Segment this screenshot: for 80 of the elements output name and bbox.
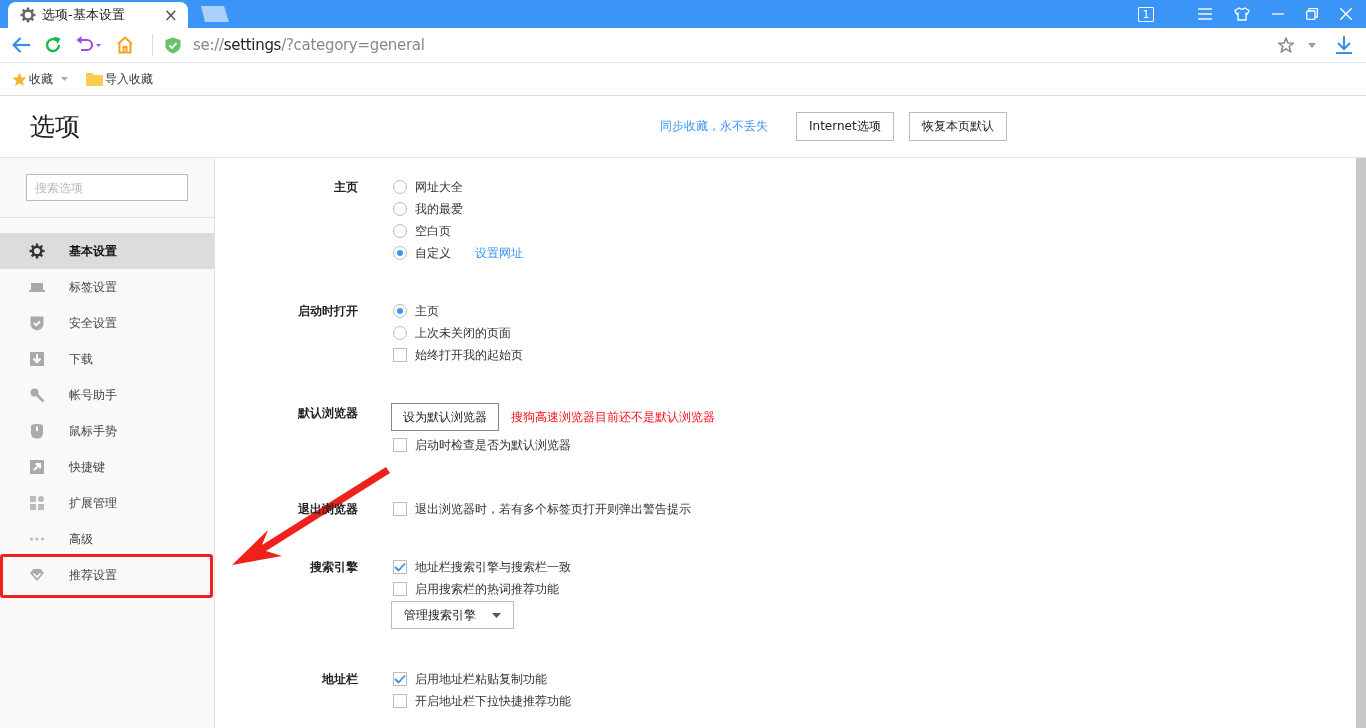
shield-icon (29, 315, 45, 331)
option-label: 上次未关闭的页面 (415, 324, 511, 342)
option-label: 启用搜索栏的热词推荐功能 (415, 580, 559, 598)
section-label: 搜索引擎 (309, 559, 358, 576)
address-field[interactable]: se://settings/?category=general (193, 36, 1278, 54)
back-icon[interactable] (12, 37, 30, 53)
section-label: 默认浏览器 (297, 405, 358, 422)
header-button[interactable]: Internet选项 (796, 112, 894, 141)
grid-icon (29, 495, 45, 511)
warning-text: 搜狗高速浏览器目前还不是默认浏览器 (511, 408, 715, 426)
star-icon[interactable] (1278, 37, 1294, 53)
sidebar-item[interactable]: 鼠标手势 (0, 413, 214, 449)
checkbox[interactable] (393, 560, 407, 574)
sidebar-item[interactable]: 快捷键 (0, 449, 214, 485)
radio-button[interactable] (393, 246, 407, 260)
page-title: 选项 (29, 111, 81, 143)
section-label: 启动时打开 (297, 303, 358, 320)
checkbox[interactable] (393, 582, 407, 596)
tab-title: 选项-基本设置 (42, 6, 126, 24)
sidebar-item[interactable]: 帐号助手 (0, 377, 214, 413)
sidebar-item[interactable]: 安全设置 (0, 305, 214, 341)
diamond-icon (29, 567, 45, 583)
checkbox[interactable] (393, 672, 407, 686)
close-icon[interactable] (1340, 8, 1352, 20)
sidebar-item[interactable]: 高级 (0, 521, 214, 557)
option-label: 地址栏搜索引擎与搜索栏一致 (415, 558, 571, 576)
download-icon (29, 351, 45, 367)
gear-icon (29, 243, 45, 259)
menu-icon[interactable] (1198, 8, 1212, 20)
mouse-icon (29, 423, 45, 439)
radio-button[interactable] (393, 202, 407, 216)
option-label: 自定义 (415, 244, 451, 262)
radio-button[interactable] (393, 224, 407, 238)
option-label: 始终打开我的起始页 (415, 346, 523, 364)
search-engine-dropdown[interactable]: 管理搜索引擎 (391, 601, 514, 629)
sidebar-item[interactable]: 下载 (0, 341, 214, 377)
search-field[interactable]: 搜索选项 (26, 174, 188, 201)
bookmark-item[interactable]: 导入收藏 (86, 70, 153, 88)
option-label: 我的最爱 (415, 200, 463, 218)
section-label: 地址栏 (320, 671, 358, 688)
checkbox[interactable] (393, 438, 407, 452)
close-tab-button[interactable]: × (163, 6, 178, 24)
download-icon[interactable] (1336, 36, 1352, 54)
bookmark-item[interactable]: 收藏 (12, 70, 53, 88)
caret-icon[interactable] (61, 77, 68, 81)
sidebar-item[interactable]: 基本设置 (0, 233, 214, 269)
radio-button[interactable] (393, 326, 407, 340)
undo-icon[interactable] (76, 36, 102, 54)
restore-icon[interactable] (1306, 8, 1318, 20)
scrollbar-thumb[interactable] (1356, 158, 1366, 728)
default-browser-button[interactable]: 设为默认浏览器 (391, 403, 499, 431)
home-icon[interactable] (116, 36, 134, 54)
shield-icon (165, 36, 181, 54)
refresh-icon[interactable] (44, 36, 62, 54)
header-button[interactable]: 恢复本页默认 (908, 112, 1007, 141)
section-label: 主页 (333, 179, 358, 196)
browser-tab[interactable]: 选项-基本设置 × (8, 2, 188, 28)
caret-icon[interactable] (1308, 42, 1316, 48)
sidebar-item[interactable]: 推荐设置 (0, 557, 214, 593)
option-label: 退出浏览器时，若有多个标签页打开则弹出警告提示 (415, 500, 691, 518)
gear-icon (20, 7, 36, 23)
sidebar-item[interactable]: 标签设置 (0, 269, 214, 305)
option-label: 空白页 (415, 222, 451, 240)
shirt-icon[interactable] (1234, 7, 1250, 21)
option-label: 网址大全 (415, 178, 463, 196)
caret-icon (492, 612, 501, 618)
radio-button[interactable] (393, 304, 407, 318)
new-tab-button[interactable] (200, 6, 230, 22)
checkbox[interactable] (393, 694, 407, 708)
star-icon (12, 71, 27, 87)
option-label: 主页 (415, 302, 439, 320)
radio-button[interactable] (393, 180, 407, 194)
key-icon (29, 387, 45, 403)
sidebar-item[interactable]: 扩展管理 (0, 485, 214, 521)
option-label: 启动时检查是否为默认浏览器 (415, 436, 571, 454)
folder-icon (86, 72, 103, 86)
option-label: 开启地址栏下拉快捷推荐功能 (415, 692, 571, 710)
option-label: 启用地址栏粘贴复制功能 (415, 670, 547, 688)
checkbox[interactable] (393, 502, 407, 516)
checkbox[interactable] (393, 348, 407, 362)
